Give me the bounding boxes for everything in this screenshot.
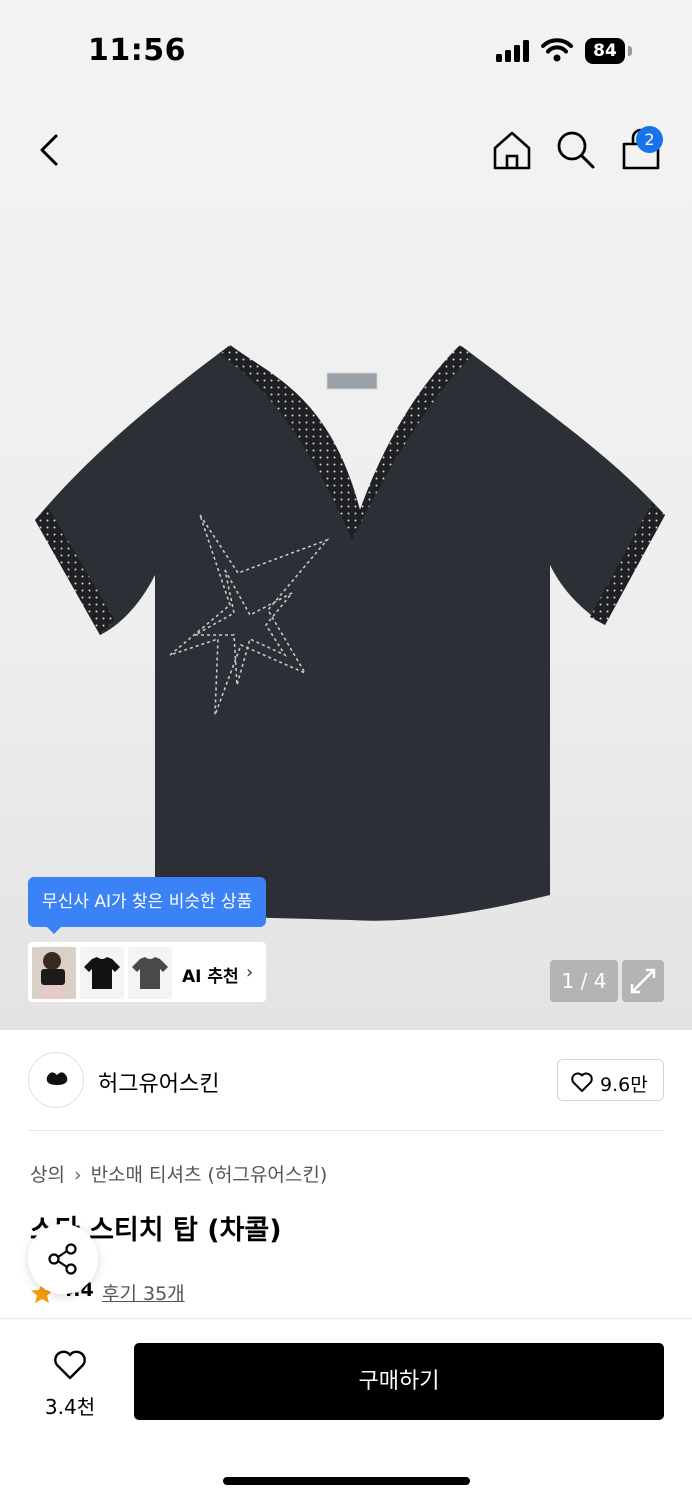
wifi-icon [541, 38, 573, 62]
expand-icon [630, 968, 656, 994]
share-icon [48, 1243, 77, 1275]
brand-like-button[interactable]: 9.6만 [557, 1059, 664, 1101]
search-icon [557, 131, 595, 169]
wishlist-button[interactable]: 3.4천 [30, 1345, 110, 1419]
breadcrumb: 상의 › 반소매 티셔츠 (허그유어스킨) [30, 1160, 327, 1187]
ai-similar-tooltip[interactable]: 무신사 AI가 찾은 비슷한 상품 [28, 877, 267, 927]
brand-like-count: 9.6만 [600, 1074, 648, 1096]
search-button[interactable] [554, 128, 598, 172]
chevron-right-icon: › [246, 962, 254, 983]
black-tee-image [80, 947, 124, 999]
brand-logo-image [46, 1072, 68, 1085]
heart-icon [54, 1350, 86, 1380]
home-button[interactable] [490, 128, 534, 172]
home-icon [493, 131, 531, 170]
wishlist-count: 3.4천 [44, 1395, 96, 1419]
ai-thumbnail-black-tee[interactable] [80, 947, 124, 999]
cellular-signal-icon [496, 40, 529, 62]
brand-row[interactable]: 허그유어스킨 9.6만 [0, 1030, 692, 1130]
bottom-action-bar: 3.4천 구매하기 [0, 1318, 692, 1500]
home-indicator[interactable] [223, 1477, 470, 1485]
breadcrumb-subcategory[interactable]: 반소매 티셔츠 (허그유어스킨) [91, 1160, 328, 1187]
product-gallery[interactable]: 11:56 84 2 무신사 AI가 찾은 비슷한 상품 AI 추천 › 1 /… [0, 0, 692, 1030]
ai-thumbnail-charcoal-tee[interactable] [128, 947, 172, 999]
ai-recommend-label[interactable]: AI 추천 [182, 962, 239, 987]
model-photo-image [32, 947, 76, 999]
battery-cap [628, 46, 632, 56]
image-page-counter: 1 / 4 [550, 960, 618, 1002]
product-image[interactable] [30, 335, 670, 925]
status-time: 11:56 [88, 33, 186, 68]
divider [28, 1130, 664, 1131]
cart-count-badge: 2 [636, 126, 663, 153]
review-link[interactable]: 후기 35개 [102, 1279, 185, 1306]
ai-recommend-strip[interactable]: AI 추천 › [28, 942, 266, 1002]
back-arrow-icon [40, 134, 58, 166]
breadcrumb-category[interactable]: 상의 [30, 1160, 65, 1187]
share-button[interactable] [28, 1224, 98, 1294]
charcoal-tee-image [128, 947, 172, 999]
ai-thumbnail-model[interactable] [32, 947, 76, 999]
brand-logo[interactable] [28, 1052, 84, 1108]
brand-name[interactable]: 허그유어스킨 [98, 1066, 219, 1098]
buy-button[interactable]: 구매하기 [134, 1343, 664, 1420]
status-bar: 11:56 84 [0, 0, 692, 100]
ai-tooltip-tail [46, 926, 62, 934]
expand-image-button[interactable] [622, 960, 664, 1002]
breadcrumb-separator: › [73, 1164, 82, 1186]
heart-icon [571, 1072, 593, 1092]
battery-indicator: 84 [585, 38, 625, 64]
back-button[interactable] [30, 128, 70, 172]
